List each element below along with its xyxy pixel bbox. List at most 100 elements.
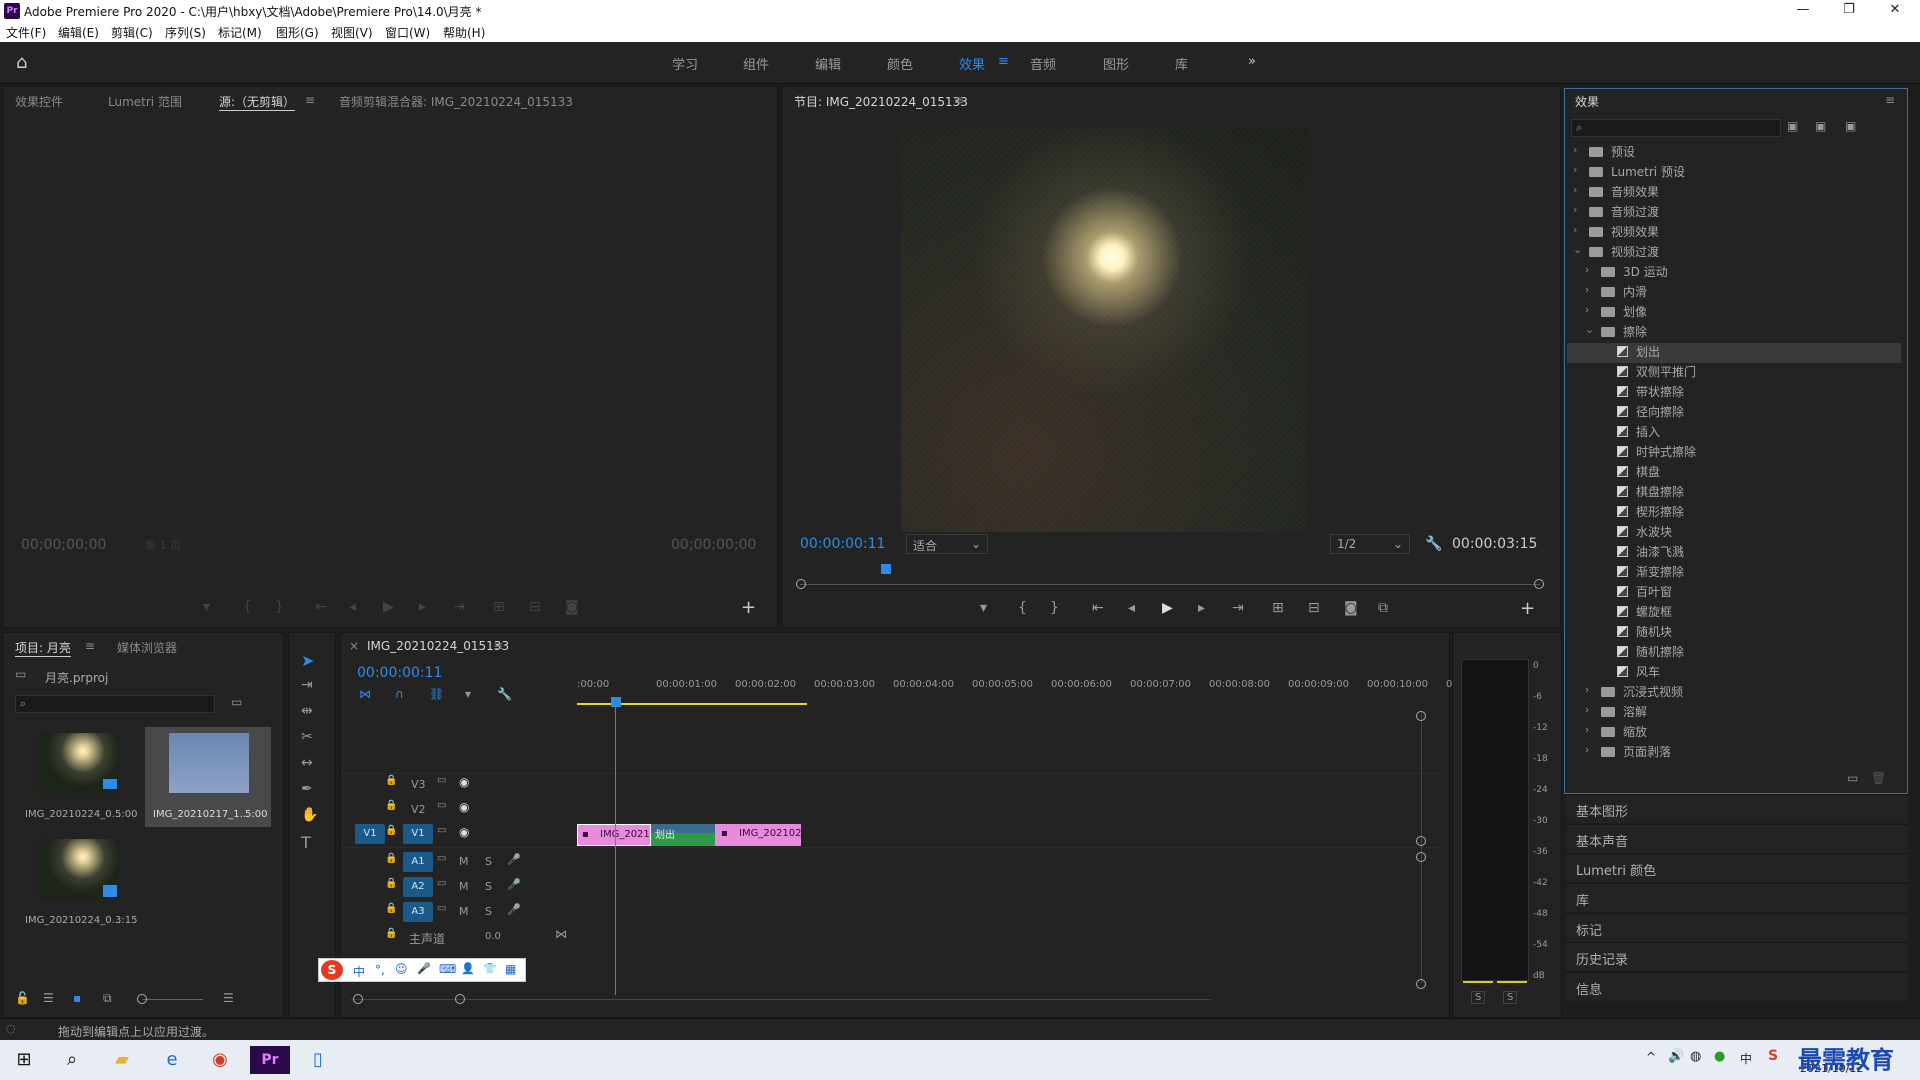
go-to-in-icon[interactable]: ⇤: [315, 599, 327, 615]
go-to-in-icon[interactable]: ⇤: [1092, 600, 1104, 616]
chevron-right-icon[interactable]: ›: [1585, 283, 1589, 296]
razor-tool-icon[interactable]: ✂: [301, 729, 313, 745]
sync-lock-icon[interactable]: ▭: [437, 878, 446, 889]
ripple-edit-tool-icon[interactable]: ⇹: [301, 703, 313, 719]
track-target-a3[interactable]: A3: [403, 902, 433, 922]
add-button-icon[interactable]: +: [1520, 598, 1535, 619]
sogou-logo-icon[interactable]: S: [321, 960, 343, 980]
panel-essential-graphics[interactable]: 基本图形: [1566, 794, 1908, 823]
effect-folder[interactable]: › Lumetri 预设: [1567, 163, 1901, 183]
effect-item[interactable]: 时钟式擦除: [1567, 443, 1901, 463]
linked-selection-icon[interactable]: ⛓: [429, 687, 444, 701]
mark-out-icon[interactable]: }: [1050, 600, 1059, 616]
menu-help[interactable]: 帮助(H): [443, 24, 485, 41]
premiere-taskbar-icon[interactable]: Pr: [250, 1046, 290, 1074]
timeline-settings-icon[interactable]: 🔧: [497, 687, 512, 701]
list-view-icon[interactable]: ☰: [43, 991, 54, 1005]
panel-essential-sound[interactable]: 基本声音: [1566, 824, 1908, 853]
tab-audio-clip-mixer[interactable]: 音频剪辑混合器: IMG_20210224_015133: [339, 93, 573, 110]
track-label-v2[interactable]: V2: [411, 803, 426, 816]
ime-toolbox-icon[interactable]: ▦: [505, 962, 516, 976]
tab-program[interactable]: 节目: IMG_20210224_015133: [794, 93, 968, 110]
ime-user-icon[interactable]: 👤: [461, 962, 475, 975]
eye-icon[interactable]: ◉: [459, 800, 469, 814]
mute-button[interactable]: M: [459, 905, 469, 918]
chevron-down-icon[interactable]: ⌄: [1573, 243, 1582, 256]
transition-wipe[interactable]: 划出: [651, 824, 715, 846]
zoom-slider-handle[interactable]: [137, 994, 147, 1004]
panel-libraries[interactable]: 库: [1566, 883, 1908, 912]
slip-tool-icon[interactable]: ↔: [301, 755, 313, 771]
mic-icon[interactable]: 🎤: [507, 878, 521, 891]
chevron-right-icon[interactable]: ›: [1585, 703, 1589, 716]
play-icon[interactable]: ▶: [383, 599, 394, 615]
hand-tool-icon[interactable]: ✋: [301, 807, 318, 823]
effect-folder[interactable]: › 3D 运动: [1567, 263, 1901, 283]
lock-icon[interactable]: 🔒: [385, 825, 397, 836]
panel-lumetri-color[interactable]: Lumetri 颜色: [1566, 853, 1908, 882]
scroll-handle-top[interactable]: [1416, 711, 1426, 721]
step-back-icon[interactable]: ◂: [1128, 600, 1135, 616]
solo-button[interactable]: S: [485, 880, 492, 893]
tab-project[interactable]: 项目: 月亮: [15, 639, 71, 657]
tab-menu-icon[interactable]: ≡: [305, 93, 315, 107]
sync-lock-icon[interactable]: ▭: [437, 825, 446, 836]
pen-tool-icon[interactable]: ✒: [301, 781, 313, 797]
menu-file[interactable]: 文件(F): [6, 24, 46, 41]
accelerated-effects-icon[interactable]: ▣: [1787, 119, 1798, 133]
file-explorer-icon[interactable]: ▰: [102, 1046, 142, 1074]
effects-menu-icon[interactable]: ≡: [1885, 93, 1895, 107]
ime-emoji-icon[interactable]: ☺: [395, 962, 408, 976]
effect-item[interactable]: 百叶窗: [1567, 583, 1901, 603]
vertical-scrollbar[interactable]: [1421, 713, 1422, 983]
effect-folder[interactable]: ⌄ 视频过渡: [1567, 243, 1901, 263]
chevron-right-icon[interactable]: ›: [1573, 203, 1577, 216]
sequence-menu-icon[interactable]: ≡: [493, 639, 503, 653]
workspace-assembly[interactable]: 组件: [743, 54, 769, 73]
yuv-effects-icon[interactable]: ▣: [1845, 119, 1856, 133]
tray-up-chevron-icon[interactable]: ^: [1646, 1050, 1656, 1064]
menu-view[interactable]: 视图(V): [331, 24, 373, 41]
volume-icon[interactable]: 🔊: [1668, 1049, 1684, 1064]
source-timecode-left[interactable]: 00;00;00;00: [21, 537, 106, 553]
tray-app-icon[interactable]: ●: [1714, 1049, 1725, 1064]
ime-punctuation[interactable]: °,: [375, 963, 385, 977]
program-timecode[interactable]: 00:00:00:11: [800, 536, 885, 552]
mark-out-icon[interactable]: }: [275, 599, 284, 615]
workspace-editing[interactable]: 编辑: [815, 54, 841, 73]
chevron-right-icon[interactable]: ›: [1573, 223, 1577, 236]
eye-icon[interactable]: ◉: [459, 825, 469, 839]
program-menu-icon[interactable]: ≡: [954, 93, 964, 107]
workspace-audio[interactable]: 音频: [1030, 54, 1056, 73]
tab-source[interactable]: 源:（无剪辑）: [219, 93, 296, 111]
track-label-v3[interactable]: V3: [411, 778, 426, 791]
solo-left-button[interactable]: S: [1471, 991, 1486, 1004]
close-tab-icon[interactable]: ×: [349, 639, 359, 653]
effect-item[interactable]: 径向擦除: [1567, 403, 1901, 423]
mic-icon[interactable]: 🎤: [507, 853, 521, 866]
track-select-tool-icon[interactable]: ⇥: [301, 677, 313, 693]
sort-icon[interactable]: ☰: [223, 991, 234, 1005]
fit-select[interactable]: 适合 ⌄: [906, 534, 988, 554]
program-playhead[interactable]: [881, 564, 891, 574]
solo-right-button[interactable]: S: [1503, 991, 1518, 1004]
time-ruler[interactable]: :00:00 00:00:01:00 00:00:02:00 00:00:03:00 0…: [577, 675, 1452, 705]
32bit-effects-icon[interactable]: ▣: [1815, 119, 1826, 133]
chevron-right-icon[interactable]: ›: [1585, 723, 1589, 736]
network-icon[interactable]: ◍: [1690, 1049, 1701, 1064]
type-tool-icon[interactable]: T: [301, 833, 311, 852]
tab-effect-controls[interactable]: 效果控件: [15, 93, 63, 110]
menu-clip[interactable]: 剪辑(C): [111, 24, 153, 41]
insert-icon[interactable]: ⊞: [493, 599, 505, 615]
effect-item[interactable]: 棋盘: [1567, 463, 1901, 483]
workspace-menu-icon[interactable]: ≡: [998, 54, 1009, 69]
go-to-out-icon[interactable]: ⇥: [453, 599, 465, 615]
effect-folder[interactable]: › 缩放: [1567, 723, 1901, 743]
add-button-icon[interactable]: +: [741, 597, 756, 618]
effect-folder[interactable]: › 页面剥落: [1567, 743, 1901, 763]
ime-lang-indicator[interactable]: 中: [1740, 1050, 1752, 1067]
maximize-button[interactable]: ❐: [1826, 0, 1872, 22]
snap-icon[interactable]: ∩: [395, 687, 404, 701]
effects-search-input[interactable]: ⌕: [1571, 119, 1781, 137]
workspace-learn[interactable]: 学习: [672, 54, 698, 73]
